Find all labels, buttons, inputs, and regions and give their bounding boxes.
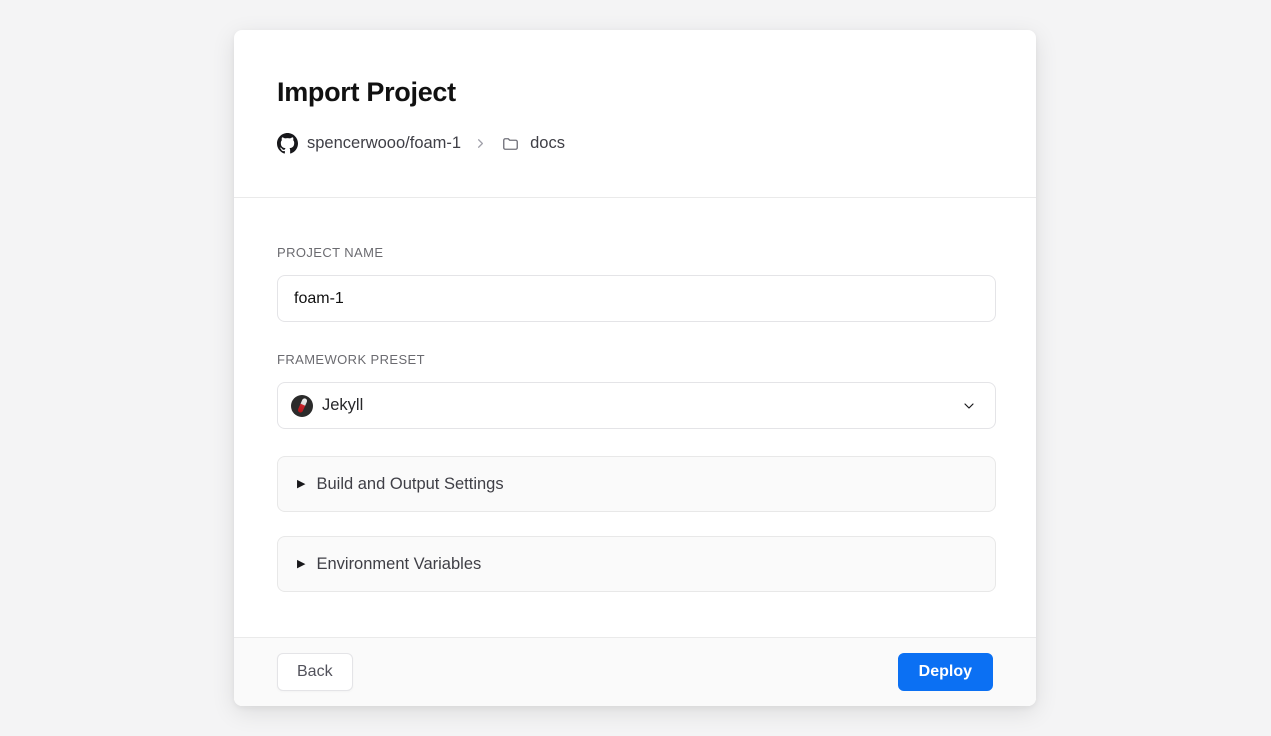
page-title: Import Project <box>277 77 993 108</box>
breadcrumb: spencerwooo/foam-1 docs <box>277 133 993 154</box>
framework-preset-label: FRAMEWORK PRESET <box>277 352 993 367</box>
deploy-button[interactable]: Deploy <box>898 653 993 691</box>
dialog-body: PROJECT NAME FRAMEWORK PRESET Jekyll ▶ B… <box>234 198 1036 637</box>
accordion-label: Environment Variables <box>316 555 481 574</box>
project-name-label: PROJECT NAME <box>277 245 993 260</box>
framework-selected-value: Jekyll <box>322 396 961 415</box>
jekyll-logo-icon <box>291 395 313 417</box>
dialog-footer: Back Deploy <box>234 637 1036 706</box>
breadcrumb-folder[interactable]: docs <box>530 134 565 153</box>
breadcrumb-repo[interactable]: spencerwooo/foam-1 <box>307 134 461 153</box>
project-name-input[interactable] <box>277 275 996 322</box>
github-icon <box>277 133 298 154</box>
build-output-settings-accordion[interactable]: ▶ Build and Output Settings <box>277 456 996 512</box>
framework-preset-select[interactable]: Jekyll <box>277 382 996 429</box>
accordion-label: Build and Output Settings <box>316 475 503 494</box>
dialog-header: Import Project spencerwooo/foam-1 docs <box>234 30 1036 198</box>
folder-icon <box>500 135 521 153</box>
environment-variables-accordion[interactable]: ▶ Environment Variables <box>277 536 996 592</box>
import-project-dialog: Import Project spencerwooo/foam-1 docs <box>234 30 1036 706</box>
back-button[interactable]: Back <box>277 653 353 691</box>
triangle-right-icon: ▶ <box>297 559 305 570</box>
triangle-right-icon: ▶ <box>297 479 305 490</box>
chevron-down-icon <box>961 398 977 414</box>
chevron-right-icon <box>473 136 488 151</box>
